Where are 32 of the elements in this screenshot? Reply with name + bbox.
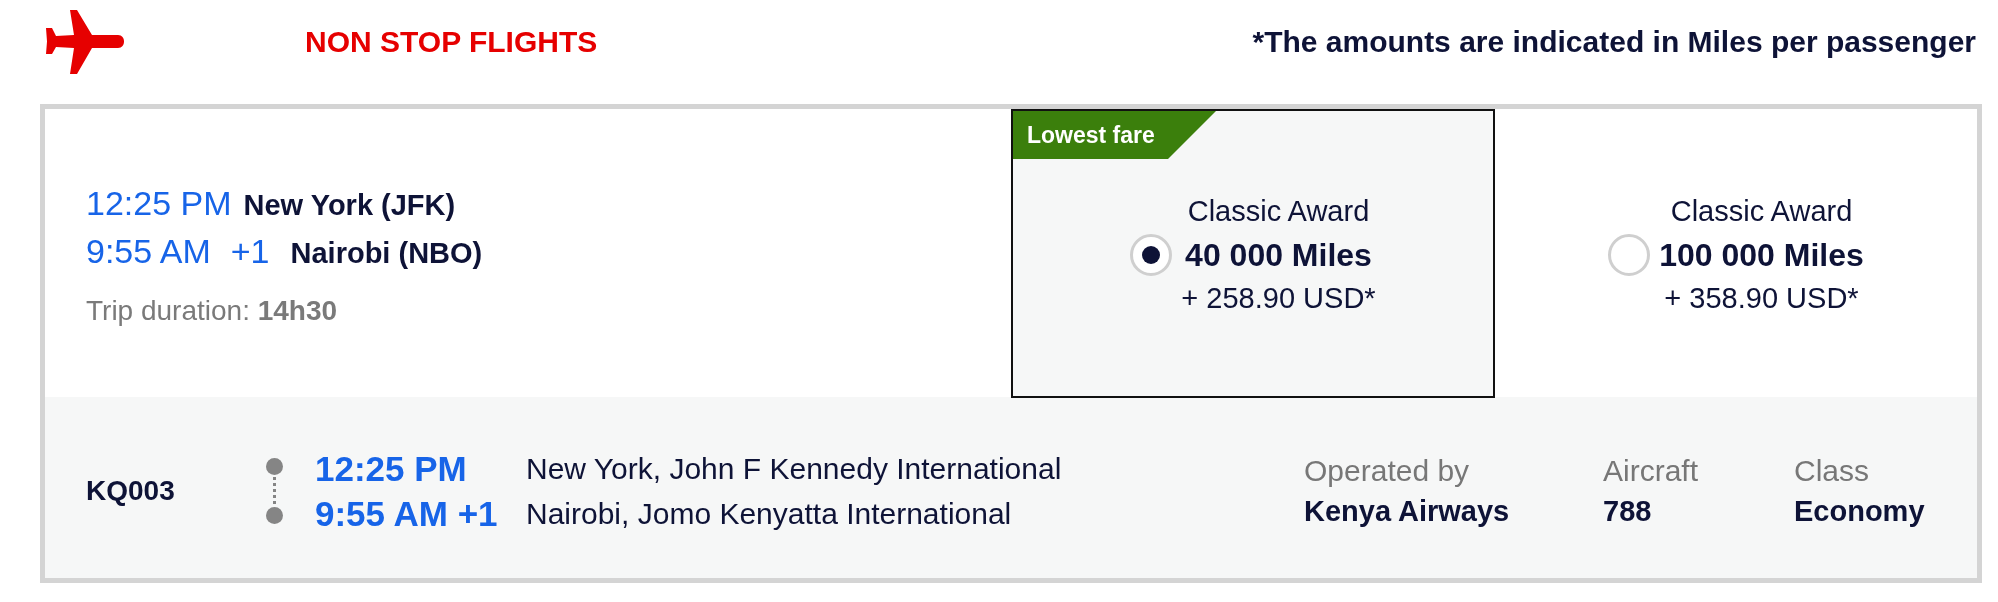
detail-value: Kenya Airways	[1304, 494, 1511, 529]
fare-price: + 358.90 USD*	[1663, 280, 1860, 316]
arrival-airport: Nairobi, Jomo Kenyatta International	[526, 496, 1013, 532]
detail-label: Class	[1794, 453, 1870, 489]
radio-button[interactable]	[1608, 233, 1651, 276]
fare-badge: Lowest fare	[1013, 111, 1216, 159]
arrival-time: 9:55 AM +1	[315, 493, 499, 535]
fare-name: Classic Award	[1186, 193, 1371, 229]
detail-label: Operated by	[1304, 453, 1471, 489]
departure-time: 12:25 PM	[86, 182, 232, 224]
section-title: NON STOP FLIGHTS	[305, 24, 598, 60]
arrival-city: Nairobi (NBO)	[290, 235, 483, 271]
fare-name: Classic Award	[1669, 193, 1854, 229]
fare-price: + 258.90 USD*	[1181, 280, 1376, 316]
detail-value: 788	[1603, 494, 1653, 529]
fare-option[interactable]: Classic Award 100 000 Miles + 358.90 USD*	[1495, 109, 1977, 398]
detail-label: Aircraft	[1603, 453, 1699, 489]
arrival-time: 9:55 AM	[86, 230, 211, 272]
fare-miles: 40 000 Miles	[1184, 235, 1373, 275]
fare-note: *The amounts are indicated in Miles per passenger	[1252, 24, 1976, 60]
flight-number: KQ003	[86, 475, 176, 507]
fare-option[interactable]: Lowest fare Classic Award 40 000 Miles + 258.90 USD*	[1011, 109, 1495, 398]
airplane-icon	[44, 10, 124, 74]
fare-miles: 100 000 Miles	[1659, 235, 1864, 275]
day-offset: +1	[230, 230, 270, 272]
trip-duration: Trip duration: 14h30	[86, 293, 339, 328]
detail-value: Economy	[1794, 494, 1926, 529]
departure-city: New York (JFK)	[243, 187, 456, 223]
departure-time: 12:25 PM	[315, 448, 468, 490]
timeline-icon	[265, 458, 284, 524]
departure-airport: New York, John F Kennedy International	[526, 451, 1063, 487]
radio-button[interactable]	[1130, 233, 1173, 276]
